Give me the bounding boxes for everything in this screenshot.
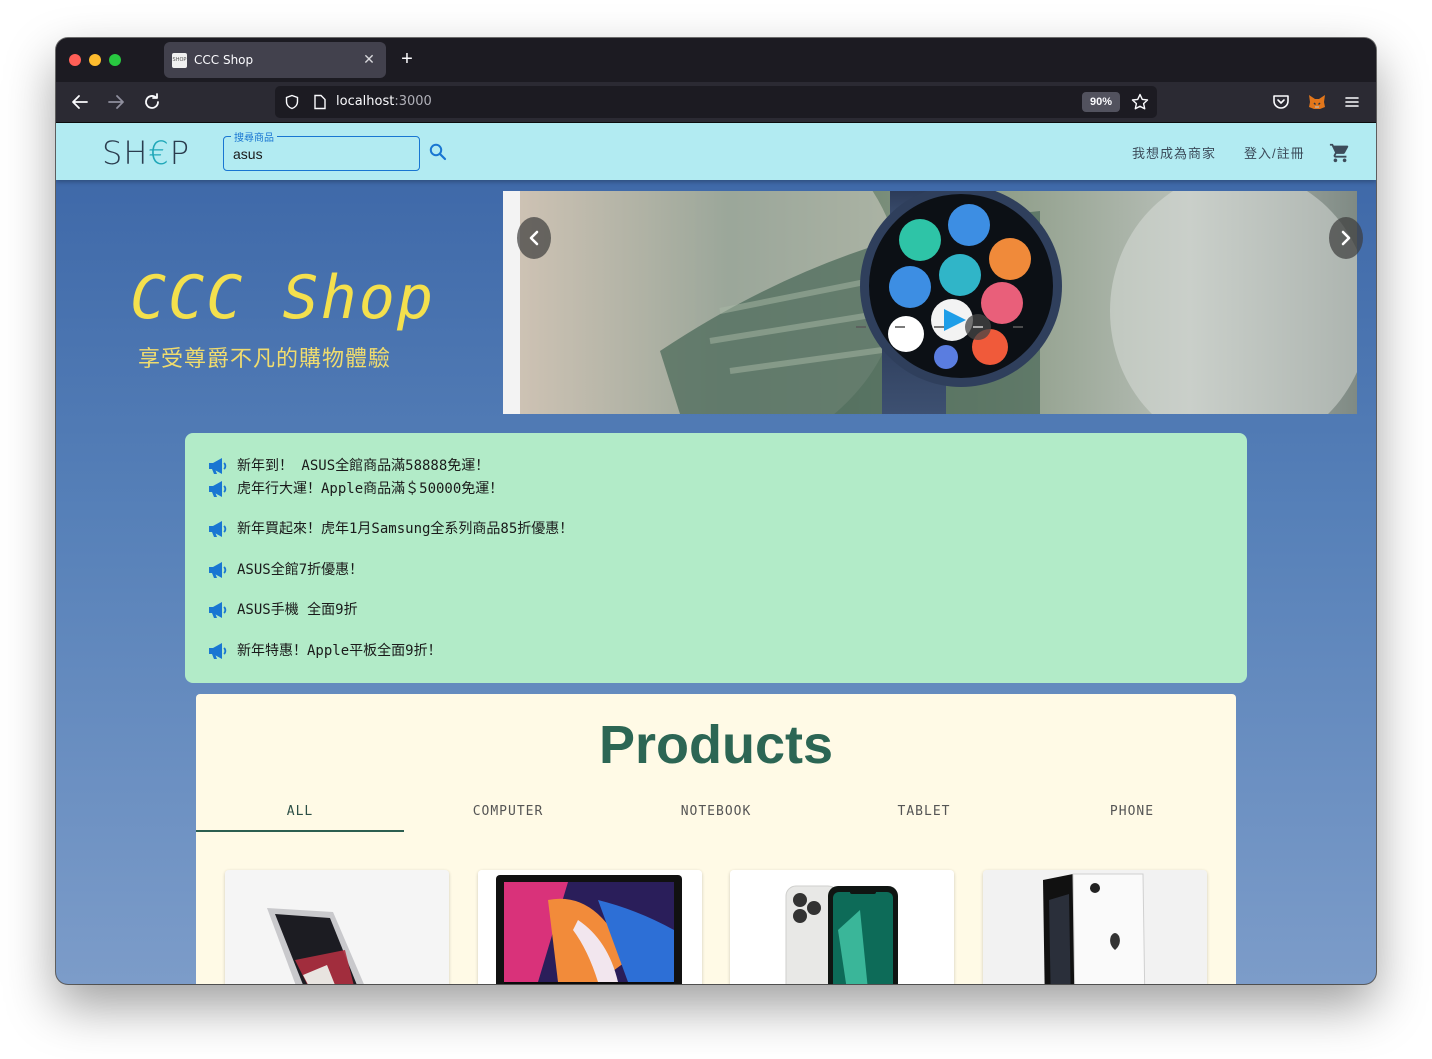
close-window-button[interactable]: [69, 54, 81, 66]
announcement-text: 新年買起來！虎年1月Samsung全系列商品85折優惠！: [237, 521, 574, 537]
url-port: :3000: [394, 94, 432, 109]
carousel-indicator-active[interactable]: [965, 314, 991, 340]
logo-text-prefix: SH: [102, 134, 149, 172]
desktop-computer-image: [478, 870, 702, 984]
become-merchant-link[interactable]: 我想成為商家: [1132, 143, 1216, 162]
search-input[interactable]: [233, 146, 413, 162]
announcement-text: 新年特惠！Apple平板全面9折！: [237, 643, 442, 659]
metamask-extension-icon[interactable]: [1305, 90, 1329, 114]
announcement-panel: 新年到！ ASUS全館商品滿58888免運！ 虎年行大運！Apple商品滿＄50…: [185, 433, 1247, 683]
phone-image: [730, 870, 954, 984]
favicon-icon: SHOP: [172, 53, 187, 68]
megaphone-icon: [207, 642, 229, 665]
search-label: 搜尋商品: [231, 129, 277, 144]
minimize-window-button[interactable]: [89, 54, 101, 66]
phone-image: [983, 870, 1207, 984]
hero-subtitle: 享受尊爵不凡的購物體驗: [138, 346, 392, 371]
bookmark-star-icon[interactable]: [1130, 92, 1150, 117]
search-field[interactable]: 搜尋商品: [223, 129, 420, 171]
hero-title: CCC Shop: [130, 263, 435, 333]
site-logo[interactable]: SH€P: [102, 134, 190, 172]
megaphone-icon: [207, 457, 229, 480]
logo-text-suffix: P: [169, 134, 191, 172]
product-card-desktop[interactable]: [478, 870, 702, 984]
back-arrow-icon[interactable]: [68, 90, 92, 114]
products-section: Products ALL COMPUTER NOTEBOOK TABLET PH…: [196, 694, 1236, 984]
carousel-indicator[interactable]: [934, 326, 944, 328]
url-bar[interactable]: localhost:3000 90%: [275, 86, 1157, 118]
close-tab-icon[interactable]: ✕: [360, 50, 378, 68]
tab-phone[interactable]: PHONE: [1028, 784, 1236, 832]
promo-carousel[interactable]: [503, 191, 1357, 414]
megaphone-icon: [207, 520, 229, 543]
menu-hamburger-icon[interactable]: [1340, 90, 1364, 114]
web-page: SH€P 搜尋商品 我想成為商家 登入/註冊 CCC Shop 享受尊爵不凡的購…: [56, 123, 1376, 984]
search-icon[interactable]: [428, 142, 448, 167]
megaphone-icon: [207, 561, 229, 584]
tab-strip: SHOP CCC Shop ✕ +: [56, 38, 1376, 82]
tab-notebook[interactable]: NOTEBOOK: [612, 784, 820, 832]
product-card-phone-1[interactable]: [730, 870, 954, 984]
maximize-window-button[interactable]: [109, 54, 121, 66]
browser-window: SHOP CCC Shop ✕ + localhost:3000 90% SH€…: [56, 38, 1376, 984]
tab-title: CCC Shop: [194, 53, 254, 67]
carousel-indicator[interactable]: [1013, 326, 1023, 328]
carousel-prev-button[interactable]: [517, 217, 551, 259]
browser-tab-active[interactable]: SHOP CCC Shop ✕: [164, 42, 386, 78]
announcement-text: 新年到！ ASUS全館商品滿58888免運！: [237, 458, 490, 474]
product-card-notebook[interactable]: [225, 870, 449, 984]
notebook-image: [225, 870, 449, 984]
login-register-link[interactable]: 登入/註冊: [1244, 143, 1305, 162]
carousel-slide-image: [520, 191, 1357, 414]
forward-arrow-icon[interactable]: [104, 90, 128, 114]
products-title: Products: [598, 715, 834, 775]
pocket-icon[interactable]: [1269, 90, 1293, 114]
reload-icon[interactable]: [140, 90, 164, 114]
product-card-phone-2[interactable]: [983, 870, 1207, 984]
megaphone-icon: [207, 601, 229, 624]
carousel-indicator[interactable]: [895, 326, 905, 328]
announcement-text: ASUS手機 全面9折: [237, 602, 358, 618]
shield-icon[interactable]: [284, 94, 300, 115]
announcement-text: 虎年行大運！Apple商品滿＄50000免運！: [237, 481, 504, 497]
megaphone-icon: [207, 480, 229, 503]
navigation-toolbar: localhost:3000 90%: [56, 82, 1376, 123]
carousel-next-button[interactable]: [1329, 217, 1363, 259]
site-header: SH€P 搜尋商品 我想成為商家 登入/註冊: [56, 123, 1376, 180]
tab-computer[interactable]: COMPUTER: [404, 784, 612, 832]
logo-text-accent: €: [148, 134, 170, 172]
zoom-level-badge[interactable]: 90%: [1082, 92, 1120, 112]
new-tab-button[interactable]: +: [396, 48, 418, 70]
tab-tablet[interactable]: TABLET: [820, 784, 1028, 832]
url-text[interactable]: localhost:3000: [336, 94, 432, 109]
announcement-text: ASUS全館7折優惠！: [237, 562, 364, 578]
shopping-cart-icon[interactable]: [1329, 142, 1351, 169]
page-info-icon[interactable]: [313, 94, 327, 115]
url-host: localhost: [336, 94, 395, 109]
tab-all[interactable]: ALL: [196, 784, 404, 832]
carousel-indicator[interactable]: [856, 326, 866, 328]
